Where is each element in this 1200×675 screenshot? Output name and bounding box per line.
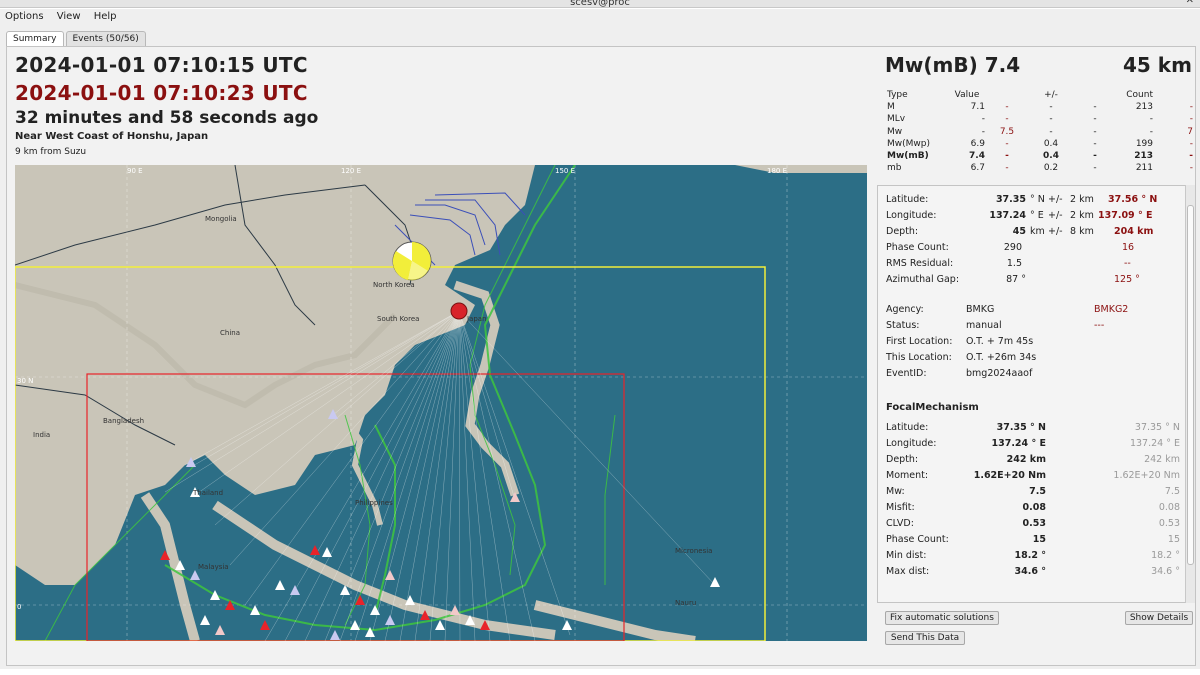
origin-time-alternative: 2024-01-01 07:10:23 UTC	[15, 81, 308, 105]
place-thailand: Thailand	[192, 489, 223, 497]
map-canvas[interactable]: 90 E 120 E 150 E 180 E 30 N 0 Mongolia C…	[15, 165, 867, 641]
fm-value-alternative: 242 km	[1144, 454, 1180, 465]
place-north-korea: North Korea	[373, 281, 415, 289]
bottom-strip	[0, 669, 1200, 675]
fm-value-alternative: 1.62E+20 Nm	[1113, 470, 1180, 481]
tab-bar: Summary Events (50/56)	[6, 31, 148, 47]
lon-label-90: 90 E	[127, 167, 143, 175]
magnitude-row-mwp[interactable]: Mw(Mwp) 6.9-0.4-199-	[885, 138, 1195, 150]
window-titlebar: scesv@proc ✕	[0, 0, 1200, 8]
place-malaysia: Malaysia	[198, 563, 229, 571]
place-mongolia: Mongolia	[205, 215, 237, 223]
place-india: India	[33, 431, 50, 439]
place-micronesia: Micronesia	[675, 547, 712, 555]
place-philippines: Philippines	[355, 499, 393, 507]
fm-value: 34.6 °	[1014, 566, 1047, 577]
fm-value-alternative: 34.6 °	[1151, 566, 1180, 577]
magnitude-row-m[interactable]: M 7.1- - -213-	[885, 101, 1195, 113]
menu-view[interactable]: View	[52, 9, 86, 24]
place-south-korea: South Korea	[377, 315, 419, 323]
details-scrollbar[interactable]	[1185, 185, 1195, 603]
elapsed-time: 32 minutes and 58 seconds ago	[15, 108, 319, 128]
magnitude-row-mw[interactable]: Mw -7.5- - -7	[885, 126, 1195, 138]
fm-value-alternative: 137.24 ° E	[1129, 438, 1180, 449]
origin-time: 2024-01-01 07:10:15 UTC	[15, 53, 308, 77]
magnitude-table-header: Type Value +/- Count	[887, 90, 1153, 100]
fm-value-alternative: 18.2 °	[1151, 550, 1180, 561]
preferred-depth: 45 km	[1123, 53, 1192, 77]
fm-value: 15	[1032, 534, 1046, 545]
preferred-magnitude: Mw(mB) 7.4	[885, 53, 1021, 77]
window-title: scesv@proc	[570, 0, 630, 8]
magnitude-row-mlv[interactable]: MLv - - - - - -	[885, 113, 1195, 125]
lon-label-120: 120 E	[341, 167, 361, 175]
summary-pane: 2024-01-01 07:10:15 UTC 2024-01-01 07:10…	[6, 46, 1196, 666]
place-china: China	[220, 329, 240, 337]
fm-value: 37.35 ° N	[996, 422, 1046, 433]
fm-value: 242 km	[1006, 454, 1046, 465]
lon-label-180: 180 E	[767, 167, 787, 175]
beachball-icon[interactable]	[392, 241, 432, 281]
menu-help[interactable]: Help	[89, 9, 122, 24]
fm-value-alternative: 15	[1167, 534, 1180, 545]
fm-label: Min dist:	[886, 550, 927, 561]
menu-options[interactable]: Options	[0, 9, 49, 24]
magnitude-row-mb-preferred[interactable]: Mw(mB) 7.4-0.4-213-	[885, 150, 1195, 162]
place-bangladesh: Bangladesh	[103, 417, 144, 425]
fm-value: 0.53	[1022, 518, 1046, 529]
send-this-data-button[interactable]: Send This Data	[885, 631, 965, 645]
place-nauru: Nauru	[675, 599, 696, 607]
place-japan: Japan	[466, 315, 487, 323]
show-details-button[interactable]: Show Details	[1125, 611, 1193, 625]
magnitude-row-mb[interactable]: mb 6.7-0.2-211-	[885, 162, 1195, 174]
main-window: Summary Events (50/56) 2024-01-01 07:10:…	[0, 26, 1200, 669]
fm-label: Latitude:	[886, 422, 929, 433]
event-map[interactable]: 90 E 120 E 150 E 180 E 30 N 0 Mongolia C…	[15, 165, 867, 641]
region-name: Near West Coast of Honshu, Japan	[15, 131, 209, 142]
fm-label: Mw:	[886, 486, 905, 497]
epicenter-marker[interactable]	[450, 302, 468, 320]
magnitude-table: Type Value +/- Count M 7.1- - -213- MLv - - - -…	[885, 89, 1195, 174]
fm-value: 7.5	[1029, 486, 1046, 497]
nearest-city: 9 km from Suzu	[15, 147, 87, 157]
fm-label: Depth:	[886, 454, 919, 465]
fm-value-alternative: 0.08	[1158, 502, 1180, 513]
fm-label: CLVD:	[886, 518, 914, 529]
origin-details-panel[interactable]: Latitude: 37.35 ° N +/- 2 km 37.56 ° N L…	[877, 185, 1187, 603]
menubar: Options View Help	[0, 9, 1200, 26]
fm-label: Moment:	[886, 470, 929, 481]
fm-value-alternative: 7.5	[1164, 486, 1180, 497]
lat-label-30n: 30 N	[17, 377, 33, 385]
fm-value-alternative: 37.35 ° N	[1134, 422, 1180, 433]
lon-label-150: 150 E	[555, 167, 575, 175]
fm-value: 137.24 ° E	[991, 438, 1046, 449]
fm-value: 18.2 °	[1014, 550, 1047, 561]
fm-label: Phase Count:	[886, 534, 949, 545]
fix-automatic-solutions-button[interactable]: Fix automatic solutions	[885, 611, 999, 625]
close-icon[interactable]: ✕	[1186, 0, 1194, 6]
fm-value: 0.08	[1022, 502, 1046, 513]
lat-label-0: 0	[17, 603, 21, 611]
fm-value-alternative: 0.53	[1158, 518, 1180, 529]
fm-value: 1.62E+20 Nm	[973, 470, 1046, 481]
scrollbar-thumb[interactable]	[1187, 205, 1194, 565]
fm-label: Misfit:	[886, 502, 915, 513]
fm-label: Longitude:	[886, 438, 937, 449]
tab-summary[interactable]: Summary	[6, 31, 64, 46]
fm-label: Max dist:	[886, 566, 930, 577]
tab-events[interactable]: Events (50/56)	[65, 31, 146, 46]
